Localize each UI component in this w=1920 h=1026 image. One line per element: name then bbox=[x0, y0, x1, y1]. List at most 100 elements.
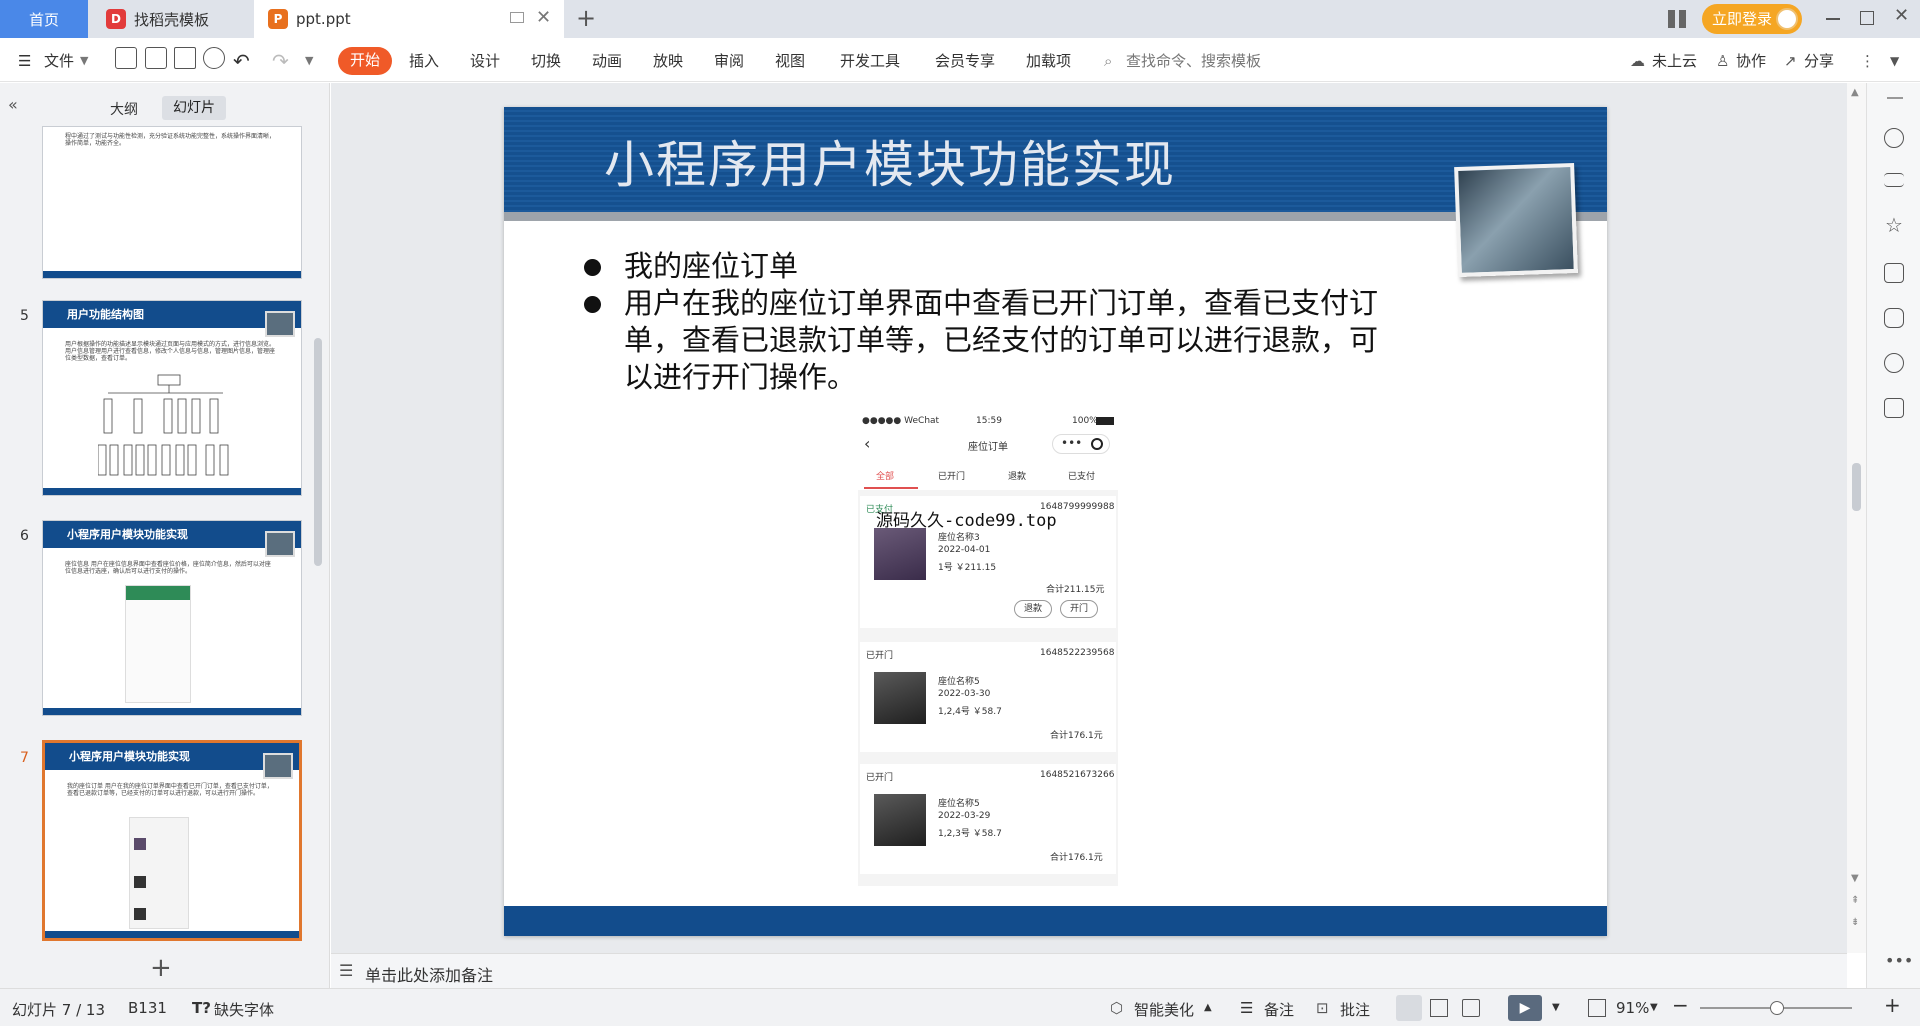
bullet-2-line-2[interactable]: 单，查看已退款订单等，已经支付的订单可以进行退款，可 bbox=[624, 322, 1378, 359]
reading-view-icon[interactable] bbox=[1462, 999, 1480, 1017]
print-icon[interactable] bbox=[174, 47, 196, 69]
tab-review[interactable]: 审阅 bbox=[714, 48, 744, 74]
slide-thumbnail-7-selected[interactable]: 小程序用户模块功能实现 我的座位订单 用户在我的座位订单界面中查看已开门订单，查… bbox=[42, 740, 302, 941]
tab-home[interactable]: 首页 bbox=[0, 0, 88, 38]
quick-access-chevron-icon[interactable]: ▼ bbox=[305, 48, 313, 74]
undo-icon[interactable]: ↶ bbox=[233, 48, 250, 74]
handshake-photo[interactable] bbox=[1454, 162, 1578, 278]
minimize-icon[interactable] bbox=[1826, 18, 1840, 20]
login-button[interactable]: 立即登录 bbox=[1702, 4, 1802, 34]
tab-slides[interactable]: 幻灯片 bbox=[162, 96, 226, 120]
ppt-file-icon: P bbox=[268, 9, 288, 29]
adjust-settings-icon[interactable] bbox=[1884, 173, 1904, 187]
scroll-down-icon[interactable]: ▼ bbox=[1851, 873, 1859, 884]
image-tool-icon[interactable] bbox=[1884, 308, 1904, 328]
tab-animation[interactable]: 动画 bbox=[592, 48, 622, 74]
bullet-2-line-1[interactable]: 用户在我的座位订单界面中查看已开门订单，查看已支付订 bbox=[624, 285, 1378, 322]
grid-apps-icon[interactable] bbox=[1668, 10, 1686, 28]
scroll-up-icon[interactable]: ▲ bbox=[1851, 87, 1859, 98]
redo-icon[interactable]: ↷ bbox=[272, 48, 289, 74]
slide-thumbnail-text: 我的座位订单 用户在我的座位订单界面中查看已开门订单，查看已支付订单，查看已退款… bbox=[67, 783, 273, 797]
add-slide-button[interactable]: + bbox=[150, 953, 172, 983]
new-tab-button[interactable]: + bbox=[576, 4, 596, 32]
bullet-1-text[interactable]: 我的座位订单 bbox=[624, 248, 798, 285]
seat-photo bbox=[874, 672, 926, 724]
previous-slide-icon[interactable]: ⇞ bbox=[1851, 895, 1859, 906]
beautify-chevron-icon[interactable]: ▲ bbox=[1204, 1002, 1212, 1013]
search-commands-input[interactable]: 查找命令、搜索模板 bbox=[1126, 48, 1261, 74]
tab-design[interactable]: 设计 bbox=[470, 48, 500, 74]
design-icon[interactable] bbox=[1884, 353, 1904, 373]
slide-title[interactable]: 小程序用户模块功能实现 bbox=[604, 125, 1176, 197]
file-chevron-down-icon[interactable]: ▼ bbox=[80, 48, 88, 74]
zoom-chevron-icon[interactable]: ▼ bbox=[1650, 1002, 1658, 1013]
close-tab-icon[interactable]: ✕ bbox=[536, 7, 551, 28]
more-options-icon[interactable]: ⋮ bbox=[1860, 48, 1875, 74]
phone-tab-refund: 退款 bbox=[1008, 472, 1027, 482]
notes-area[interactable]: ☰ 单击此处添加备注 bbox=[331, 953, 1847, 988]
more-icon[interactable]: ••• bbox=[1885, 951, 1913, 970]
slide-scrollbar[interactable]: ▲ ▼ ⇞ ⇟ bbox=[1847, 83, 1866, 953]
play-slideshow-icon[interactable]: ▶ bbox=[1508, 995, 1542, 1021]
book-icon[interactable] bbox=[1884, 398, 1904, 418]
collapse-panel-icon[interactable]: « bbox=[8, 95, 18, 114]
panel-scrollbar[interactable] bbox=[314, 338, 322, 566]
tab-home-ribbon[interactable]: 开始 bbox=[338, 47, 392, 75]
slide-sorter-icon[interactable] bbox=[1430, 999, 1448, 1017]
bullet-2-line-3[interactable]: 以进行开门操作。 bbox=[624, 359, 856, 396]
pin-window-icon[interactable] bbox=[510, 12, 524, 23]
close-window-icon[interactable]: ✕ bbox=[1894, 5, 1909, 26]
zoom-out-icon[interactable]: − bbox=[1672, 993, 1689, 1017]
tab-addins[interactable]: 加载项 bbox=[1026, 48, 1071, 74]
star-icon[interactable]: ☆ bbox=[1885, 213, 1903, 237]
scroll-thumb[interactable] bbox=[1852, 463, 1861, 511]
menu-icon[interactable]: ☰ bbox=[18, 48, 31, 74]
tab-member[interactable]: 会员专享 bbox=[935, 48, 995, 74]
export-pdf-icon[interactable] bbox=[145, 47, 167, 69]
slide-layout-icon[interactable] bbox=[1884, 263, 1904, 283]
collapse-ribbon-icon[interactable]: ▼ bbox=[1890, 48, 1899, 74]
maximize-icon[interactable] bbox=[1860, 11, 1874, 25]
share-button[interactable]: 分享 bbox=[1804, 48, 1834, 74]
tab-template[interactable]: D 找稻壳模板 bbox=[92, 0, 248, 38]
zoom-in-icon[interactable]: + bbox=[1884, 993, 1901, 1017]
slide-thumbnail-5[interactable]: 用户功能结构图 用户根据操作的功能描述显示模块通过页面与应用模式的方式，进行信息… bbox=[42, 300, 302, 496]
print-preview-icon[interactable] bbox=[203, 47, 225, 69]
tab-template-label: 找稻壳模板 bbox=[134, 10, 210, 29]
play-chevron-icon[interactable]: ▼ bbox=[1552, 1002, 1560, 1013]
phone-tab-opened: 已开门 bbox=[938, 472, 966, 482]
slide-thumbnail-panel: « 大纲 幻灯片 程中通过了测试与功能性检测，充分验证系统功能完整性，系统操作界… bbox=[0, 83, 330, 988]
order-id: 1648522239568 bbox=[1040, 648, 1115, 658]
active-tab-underline bbox=[864, 487, 918, 489]
normal-view-icon[interactable] bbox=[1396, 995, 1422, 1021]
tab-slideshow[interactable]: 放映 bbox=[653, 48, 683, 74]
back-icon: ‹ bbox=[864, 434, 871, 453]
rocket-icon[interactable] bbox=[1884, 128, 1904, 148]
next-slide-icon[interactable]: ⇟ bbox=[1851, 917, 1859, 928]
slide-thumbnail-4[interactable]: 程中通过了测试与功能性检测，充分验证系统功能完整性，系统操作界面清晰，操作简单，… bbox=[42, 126, 302, 279]
save-icon[interactable] bbox=[115, 47, 137, 69]
fit-window-icon[interactable] bbox=[1588, 999, 1606, 1017]
notes-toggle-button[interactable]: 备注 bbox=[1264, 999, 1294, 1020]
tab-transition[interactable]: 切换 bbox=[531, 48, 561, 74]
zoom-slider-thumb[interactable] bbox=[1770, 1001, 1784, 1015]
tab-developer[interactable]: 开发工具 bbox=[840, 48, 900, 74]
smart-beautify-button[interactable]: 智能美化 bbox=[1134, 999, 1194, 1020]
notes-icon: ☰ bbox=[339, 961, 354, 980]
file-menu[interactable]: 文件 bbox=[44, 48, 74, 74]
tab-view[interactable]: 视图 bbox=[775, 48, 805, 74]
tab-insert[interactable]: 插入 bbox=[409, 48, 439, 74]
slide-7[interactable]: 小程序用户模块功能实现 我的座位订单 用户在我的座位订单界面中查看已开门订单，查… bbox=[504, 107, 1607, 936]
tab-outline[interactable]: 大纲 bbox=[110, 99, 138, 119]
zoom-level[interactable]: 91% bbox=[1616, 999, 1649, 1017]
slide-thumbnail-6[interactable]: 小程序用户模块功能实现 座位信息 用户在座位信息界面中查看座位价格，座位简介信息… bbox=[42, 520, 302, 716]
cloud-status[interactable]: 未上云 bbox=[1652, 48, 1697, 74]
collaborate-button[interactable]: 协作 bbox=[1736, 48, 1766, 74]
order-id: 1648521673266 bbox=[1040, 770, 1115, 780]
phone-screenshot[interactable]: ●●●●● WeChat 15:59 100% ‹ 座位订单 ••• 全部 已开… bbox=[858, 414, 1118, 886]
tab-ppt-document[interactable]: P ppt.ppt ✕ bbox=[254, 0, 564, 38]
comment-button[interactable]: 批注 bbox=[1340, 999, 1370, 1020]
missing-font-button[interactable]: 缺失字体 bbox=[214, 999, 274, 1020]
collaborate-icon: ♙ bbox=[1716, 52, 1730, 70]
nav-title: 座位订单 bbox=[968, 442, 1008, 453]
